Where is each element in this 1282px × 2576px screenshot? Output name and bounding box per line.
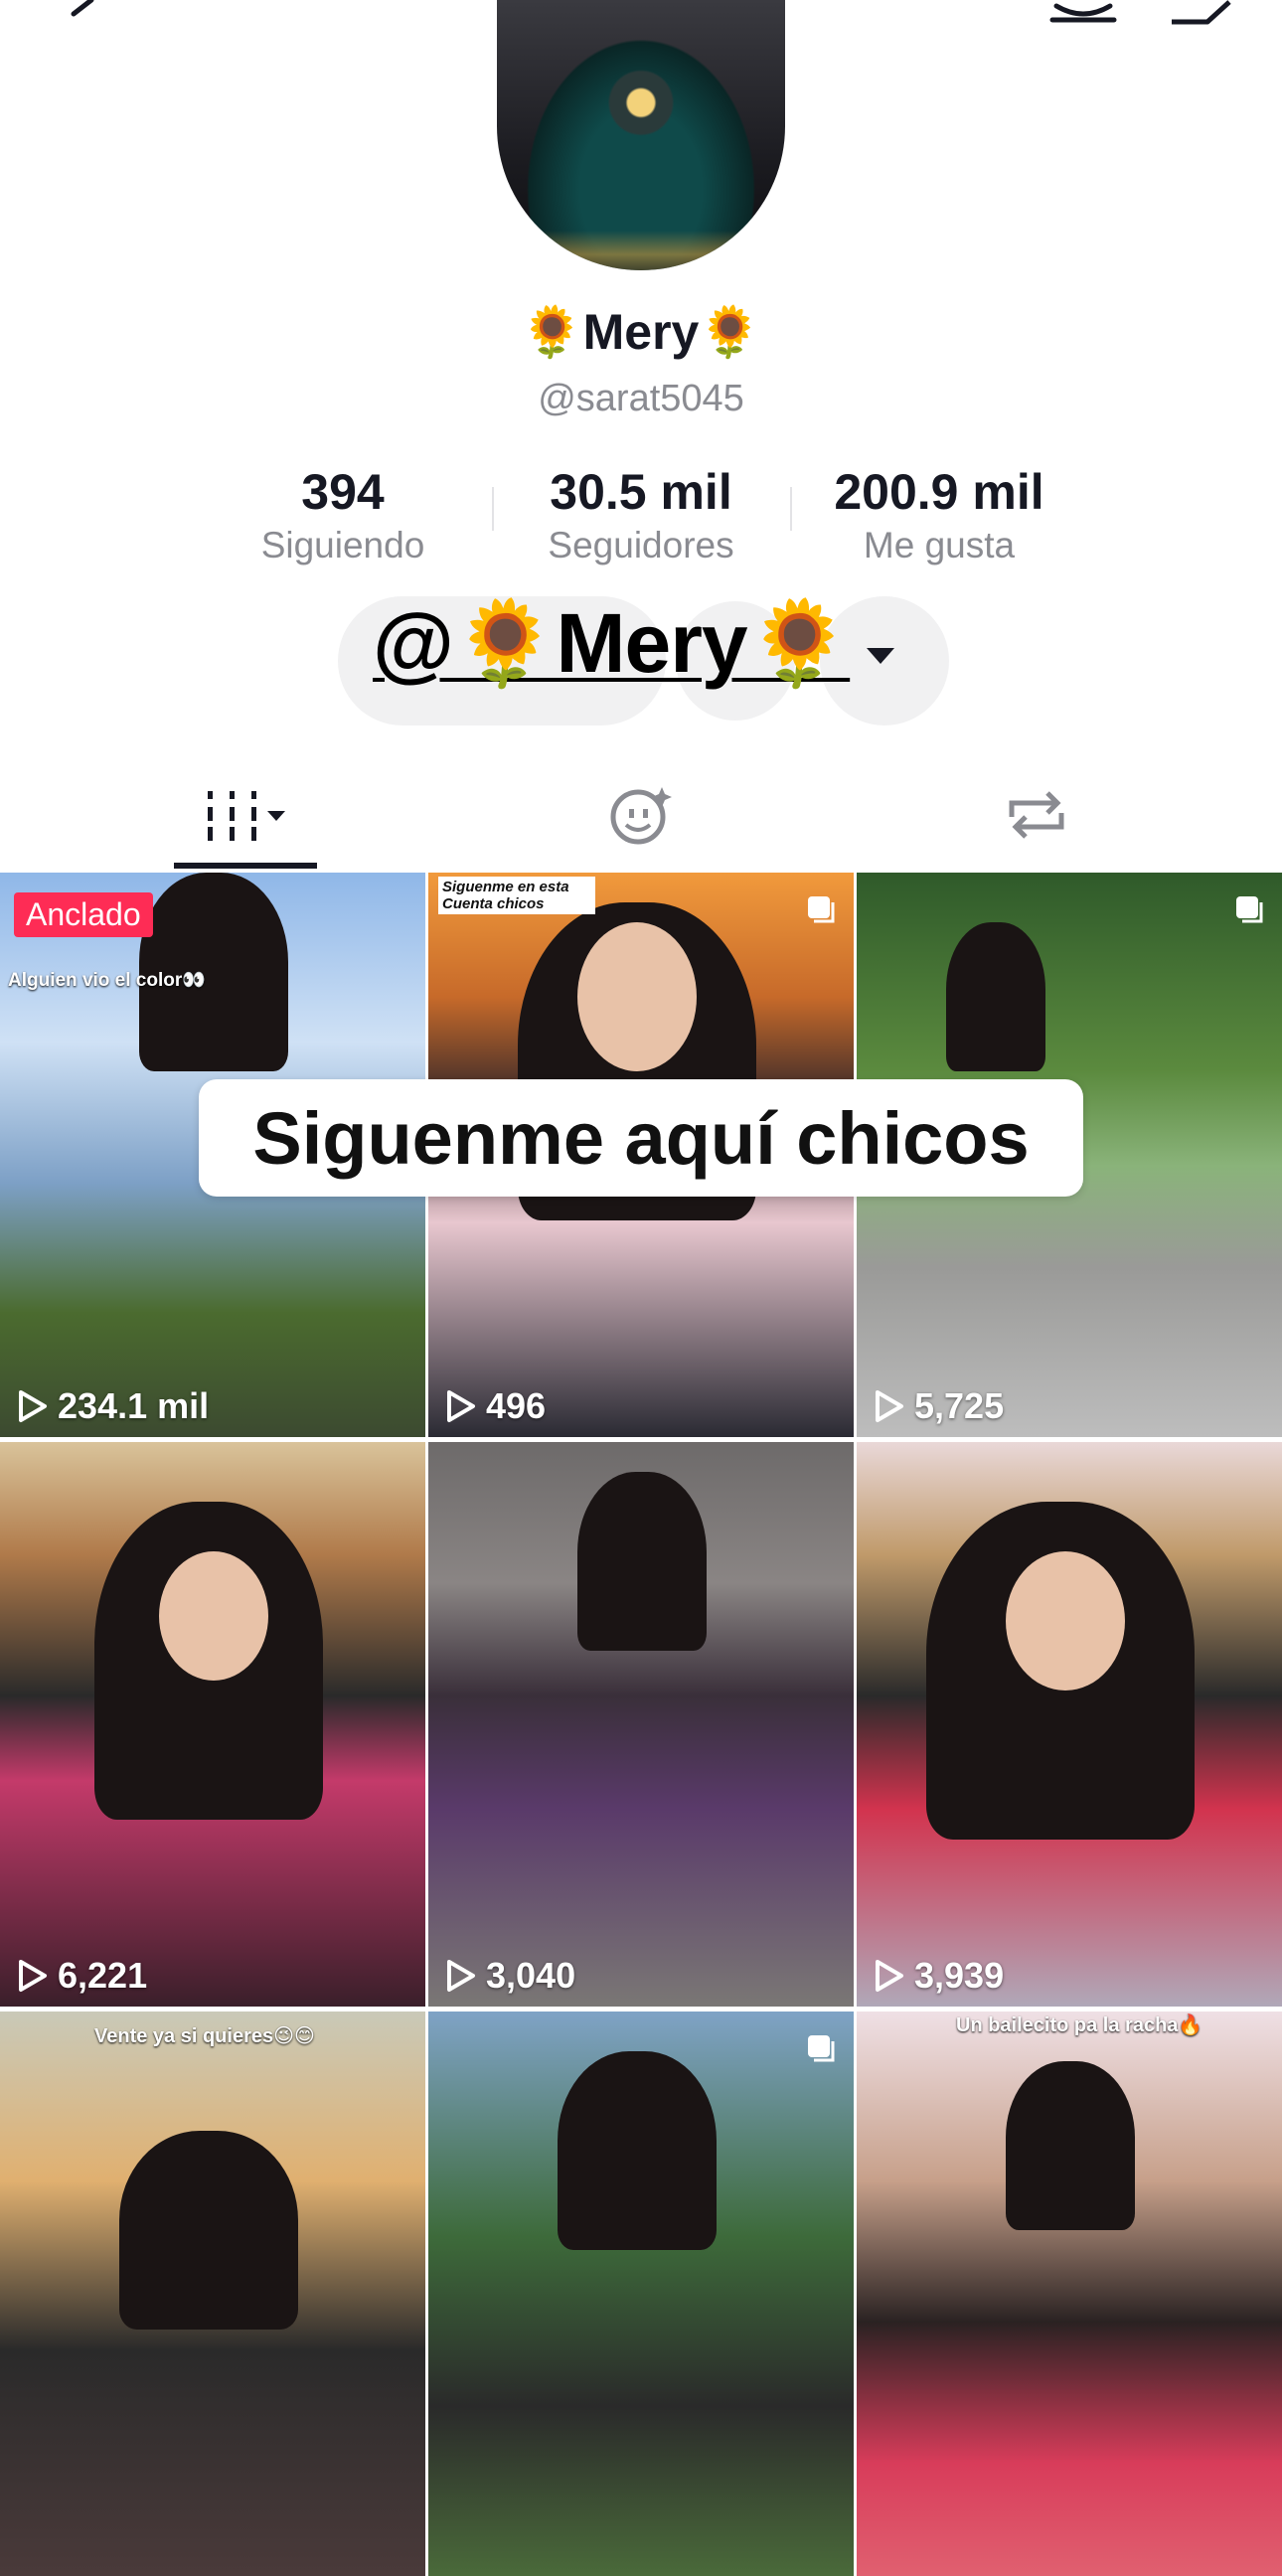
- stat-likes-value: 200.9 mil: [834, 464, 1044, 520]
- view-count: 3,939: [875, 1955, 1004, 1997]
- play-icon: [876, 1960, 903, 1992]
- stat-followers[interactable]: 30.5 mil Seguidores: [512, 463, 770, 566]
- play-icon: [447, 1960, 475, 1992]
- view-count: 6,221: [18, 1955, 147, 1997]
- name-banner-overlay: @🌻Mery🌻: [373, 596, 851, 690]
- video-thumbnail[interactable]: [428, 2012, 854, 2576]
- stat-likes-label: Me gusta: [863, 525, 1016, 565]
- thumbnail-face: [1006, 1551, 1125, 1690]
- back-icon[interactable]: [50, 0, 119, 30]
- video-thumbnail[interactable]: Vente ya si quieres😉😊: [0, 2012, 425, 2576]
- multi-photo-icon: [808, 896, 835, 923]
- video-caption: Siguenme en esta Cuenta chicos: [438, 877, 595, 914]
- stat-divider: [492, 487, 494, 531]
- stat-following[interactable]: 394 Siguiendo: [214, 463, 472, 566]
- thumbnail-figure: [946, 922, 1045, 1071]
- multi-photo-icon: [808, 2035, 835, 2062]
- tab-liked[interactable]: [542, 770, 740, 860]
- thumbnail-figure: [558, 2051, 717, 2250]
- username: @sarat5045: [538, 378, 744, 419]
- video-caption: Vente ya si quieres😉😊: [94, 2025, 315, 2047]
- liked-icon: [610, 787, 672, 845]
- thumbnail-figure: [119, 2131, 298, 2330]
- video-caption: Alguien vio el color👀: [8, 970, 206, 991]
- view-count-value: 496: [486, 1385, 547, 1426]
- video-thumbnail[interactable]: Un bailecito pa la racha🔥: [857, 2012, 1282, 2576]
- view-count-value: 3,040: [486, 1955, 576, 1996]
- play-icon: [876, 1390, 903, 1422]
- repost-icon: [1009, 791, 1064, 839]
- view-count-value: 5,725: [914, 1385, 1005, 1426]
- tab-reposts[interactable]: [937, 770, 1136, 860]
- multi-photo-icon: [1236, 896, 1263, 923]
- view-count-value: 3,939: [914, 1955, 1005, 1996]
- active-tab-indicator: [174, 863, 317, 869]
- stat-followers-label: Seguidores: [548, 525, 734, 565]
- video-thumbnail[interactable]: 3,040: [428, 1442, 854, 2007]
- video-thumbnail[interactable]: 6,221: [0, 1442, 425, 2007]
- avatar[interactable]: [497, 0, 785, 270]
- play-icon: [19, 1960, 47, 1992]
- pinned-badge: Anclado: [14, 892, 153, 937]
- video-caption: Un bailecito pa la racha🔥: [956, 2014, 1203, 2036]
- play-icon: [19, 1390, 47, 1422]
- view-count: 3,040: [446, 1955, 575, 1997]
- view-count: 496: [446, 1385, 546, 1427]
- bell-icon[interactable]: [1048, 0, 1118, 30]
- stat-divider: [790, 487, 792, 531]
- tab-videos[interactable]: [145, 770, 344, 860]
- view-count-value: 234.1 mil: [58, 1385, 210, 1426]
- play-icon: [447, 1390, 475, 1422]
- thumbnail-face: [159, 1551, 268, 1681]
- view-count-value: 6,221: [58, 1955, 148, 1996]
- view-count: 5,725: [875, 1385, 1004, 1427]
- stat-followers-value: 30.5 mil: [550, 464, 732, 520]
- stat-following-value: 394: [301, 464, 385, 520]
- video-thumbnail[interactable]: 3,939: [857, 1442, 1282, 2007]
- thumbnail-face: [577, 922, 697, 1071]
- thumbnail-figure: [577, 1472, 707, 1651]
- grid-icon: [208, 791, 285, 841]
- stat-likes[interactable]: 200.9 mil Me gusta: [810, 463, 1068, 566]
- dropdown-arrow-icon[interactable]: [867, 648, 894, 664]
- share-icon[interactable]: [1168, 0, 1237, 30]
- stat-following-label: Siguiendo: [260, 525, 425, 565]
- thumbnail-figure: [1006, 2061, 1135, 2230]
- view-count: 234.1 mil: [18, 1385, 209, 1427]
- follow-me-banner: Siguenme aquí chicos: [199, 1079, 1083, 1197]
- display-name: 🌻Mery🌻: [521, 304, 761, 360]
